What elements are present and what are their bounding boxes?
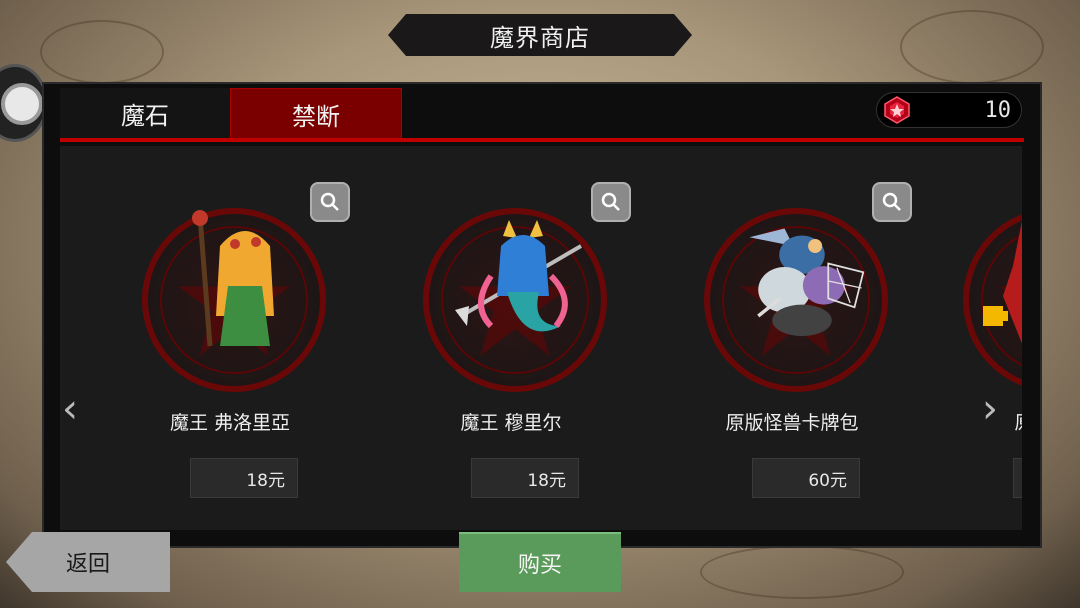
item-name: 原版怪兽卡牌包 [725, 412, 859, 434]
item-carousel: 魔王 弗洛里亞 18元 魔王 穆里尔 18元 原版怪兽卡牌包 60元 ‹ › [60, 146, 1022, 530]
red-gem-icon [884, 96, 910, 124]
back-button[interactable]: 返回 [6, 532, 170, 592]
map-decoration [40, 20, 164, 84]
price-button[interactable] [1013, 458, 1022, 498]
zoom-button[interactable] [591, 182, 631, 222]
shop-item-card[interactable]: 原版怪兽卡牌包 60元 [662, 146, 922, 530]
zoom-button[interactable] [872, 182, 912, 222]
map-decoration [900, 10, 1044, 84]
item-name: 魔王 弗洛里亞 [169, 412, 291, 434]
shop-item-card[interactable]: 魔王 弗洛里亞 18元 [100, 146, 360, 530]
tab-underline [60, 138, 1024, 142]
zoom-button[interactable] [310, 182, 350, 222]
price-button[interactable]: 18元 [190, 458, 298, 498]
tab-magic-stone[interactable]: 魔石 [60, 88, 230, 138]
side-menu-knob[interactable] [0, 64, 48, 142]
shop-item-card[interactable]: 原版魔 [943, 146, 1022, 530]
magnifier-icon [601, 192, 620, 211]
map-decoration [700, 545, 904, 599]
shop-item-card[interactable]: 魔王 穆里尔 18元 [381, 146, 641, 530]
item-name: 原版魔 [913, 408, 1022, 435]
demon-lord-floria-sprite [170, 206, 310, 356]
shop-panel: 魔石 禁断 10 魔王 弗洛里亞 18元 魔王 穆里尔 18元 原版怪兽卡牌包 … [42, 82, 1042, 548]
magnifier-icon [320, 192, 339, 211]
page-title: 魔界商店 [388, 14, 692, 56]
tab-forbidden[interactable]: 禁断 [230, 88, 402, 140]
prev-arrow-icon[interactable]: ‹ [62, 386, 78, 432]
monster-card-pack-sprite [732, 206, 872, 356]
partial-item-sprite [973, 206, 1022, 356]
next-arrow-icon[interactable]: › [982, 386, 998, 432]
price-button[interactable]: 18元 [471, 458, 579, 498]
tab-bar: 魔石 禁断 [60, 88, 402, 140]
currency-count: 10 [984, 97, 1012, 123]
buy-button[interactable]: 购买 [459, 532, 621, 592]
price-button[interactable]: 60元 [752, 458, 860, 498]
item-name: 魔王 穆里尔 [460, 412, 562, 434]
currency-display: 10 [876, 92, 1022, 128]
magnifier-icon [882, 192, 901, 211]
demon-lord-muriel-sprite [451, 206, 591, 356]
